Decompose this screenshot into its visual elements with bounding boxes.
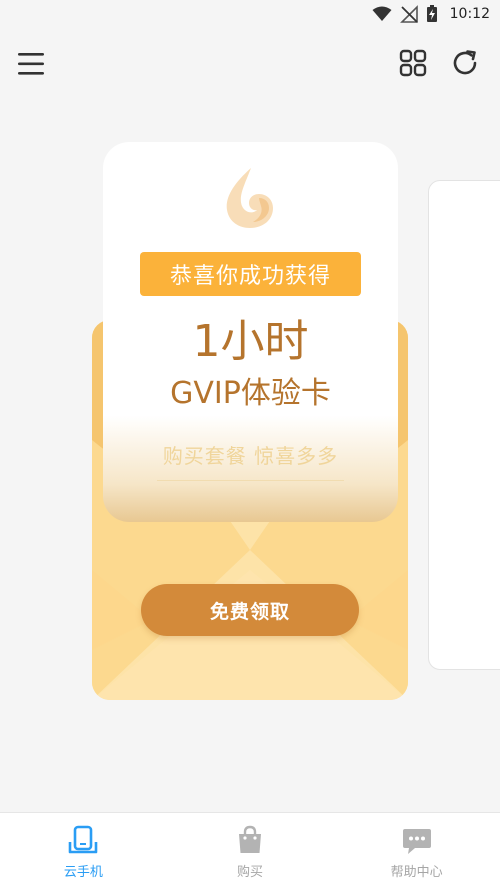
nav-item-help-center[interactable]: 帮助中心 — [333, 813, 500, 888]
status-time: 10:12 — [449, 6, 490, 22]
chat-bubble-icon — [402, 829, 431, 854]
battery-charging-icon — [426, 5, 437, 22]
reward-duration: 1小时 — [192, 316, 309, 367]
nav-label-help-center: 帮助中心 — [390, 865, 443, 880]
apps-grid-button[interactable] — [398, 48, 428, 78]
phone-icon — [69, 825, 98, 854]
nav-item-buy[interactable]: 购买 — [167, 813, 334, 888]
apps-grid-icon — [399, 49, 427, 77]
menu-button[interactable] — [16, 50, 46, 78]
reward-card-name: GVIP体验卡 — [170, 376, 331, 411]
menu-icon — [18, 53, 44, 75]
reward-card: 恭喜你成功获得 1小时 GVIP体验卡 购买套餐 惊喜多多 — [103, 142, 398, 522]
refresh-button[interactable] — [450, 48, 480, 78]
status-bar: 10:12 — [0, 0, 500, 28]
no-signal-icon — [399, 5, 418, 23]
promo-slogan: 购买套餐 惊喜多多 — [162, 444, 339, 468]
refresh-icon — [453, 50, 477, 75]
nav-label-cloud-phone: 云手机 — [63, 865, 103, 880]
nav-item-cloud-phone[interactable]: 云手机 — [0, 813, 167, 888]
wifi-icon — [372, 6, 392, 21]
nav-label-buy: 购买 — [237, 865, 264, 880]
next-device-card[interactable] — [428, 180, 500, 670]
status-icons: 10:12 — [372, 5, 490, 23]
card-divider — [157, 480, 344, 481]
claim-free-button[interactable]: 免费领取 — [141, 584, 359, 636]
app-screen: 10:12 恭喜你成功获得 1小时 GVIP体验卡 购买套餐 惊喜多多 免费领取… — [0, 0, 500, 888]
congrats-banner: 恭喜你成功获得 — [140, 252, 361, 296]
flame-logo-icon — [226, 168, 273, 228]
bottom-nav: 云手机 购买 帮助中心 — [0, 812, 500, 888]
shopping-bag-icon — [239, 825, 261, 853]
